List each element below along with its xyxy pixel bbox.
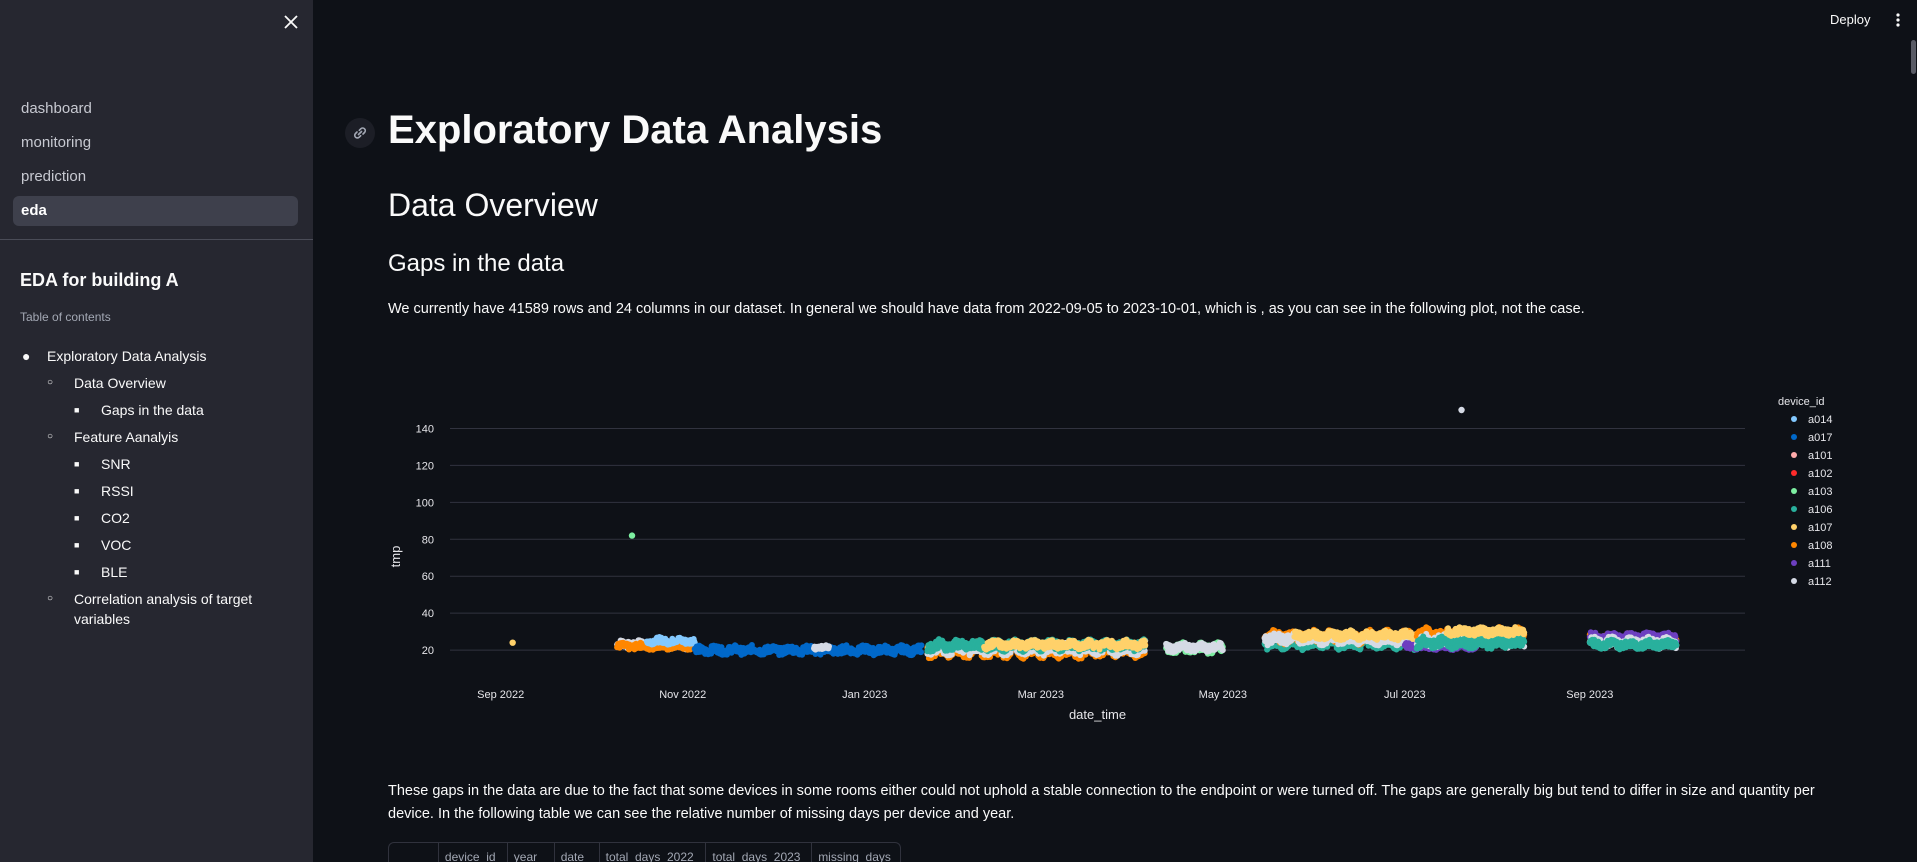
data-point-a106 [1521, 638, 1528, 645]
sidebar-divider [0, 239, 313, 240]
data-point-a017 [918, 649, 924, 656]
close-sidebar-button[interactable] [280, 11, 302, 33]
nav-item-prediction[interactable]: prediction [13, 162, 298, 192]
y-tick-label: 80 [422, 534, 434, 546]
sidebar: dashboard monitoring prediction eda EDA … [0, 0, 313, 862]
toc-item-rssi[interactable]: ■ RSSI [20, 481, 300, 501]
toc-item-gaps-in-the-data[interactable]: ■ Gaps in the data [20, 400, 300, 420]
x-tick-label: May 2023 [1199, 689, 1247, 701]
x-tick-label: Sep 2022 [477, 689, 524, 701]
nav-item-eda[interactable]: eda [13, 196, 298, 226]
y-tick-label: 20 [422, 645, 434, 657]
sidebar-caption: Table of contents [20, 310, 111, 324]
deploy-button[interactable]: Deploy [1822, 8, 1878, 32]
toc-item-voc[interactable]: ■ VOC [20, 535, 300, 555]
data-point-a017 [918, 642, 925, 649]
x-tick-label: Jan 2023 [842, 689, 887, 701]
x-tick-label: Jul 2023 [1384, 689, 1426, 701]
close-icon [284, 15, 298, 29]
toc-item-co2[interactable]: ■ CO2 [20, 508, 300, 528]
main-menu-button[interactable] [1888, 8, 1908, 32]
toc-item-correlation-analysis[interactable]: ○ Correlation analysis of target variable… [20, 589, 300, 629]
x-tick-label: Mar 2023 [1018, 689, 1064, 701]
nav-item-dashboard[interactable]: dashboard [13, 94, 298, 124]
table-of-contents: ● Exploratory Data Analysis ○ Data Overvie… [20, 346, 300, 636]
data-point-a107 [1142, 642, 1149, 649]
toc-item-feature-aanalyis[interactable]: ○ Feature Aanalyis [20, 427, 300, 447]
toc-item-data-overview[interactable]: ○ Data Overview [20, 373, 300, 393]
scrollbar-thumb[interactable] [1911, 40, 1916, 74]
app-root: dashboard monitoring prediction eda EDA … [0, 0, 1917, 862]
scatter-chart: 20 40 60 80 100 120 140 Sep 2022 Nov 2022 Jan 202… [388, 396, 1832, 722]
section-heading-data-overview: Data Overview [388, 187, 598, 223]
sidebar-heading: EDA for building A [20, 270, 179, 290]
x-tick-label: Sep 2023 [1566, 689, 1613, 701]
subsection-heading-gaps: Gaps in the data [388, 250, 565, 277]
x-axis-label: date_time [1069, 707, 1126, 722]
more-vertical-icon [1896, 13, 1900, 27]
y-axis-label: tmp [388, 546, 403, 568]
toc-item-ble[interactable]: ■ BLE [20, 562, 300, 582]
sidebar-nav: dashboard monitoring prediction eda [13, 94, 298, 230]
header-anchor-link[interactable] [345, 118, 375, 148]
page-title: Exploratory Data Analysis [388, 108, 883, 152]
data-point-a112 [1219, 647, 1226, 654]
toc-item-snr[interactable]: ■ SNR [20, 454, 300, 474]
toc-item-exploratory-data-analysis[interactable]: ● Exploratory Data Analysis [20, 346, 300, 366]
link-icon [353, 127, 367, 139]
data-point-a112 [826, 643, 832, 650]
y-tick-label: 140 [416, 423, 434, 435]
intro-paragraph: We currently have 41589 rows and 24 colu… [388, 301, 1585, 317]
y-tick-label: 40 [422, 608, 434, 620]
y-tick-label: 60 [422, 571, 434, 583]
nav-item-monitoring[interactable]: monitoring [13, 128, 298, 158]
y-tick-label: 100 [416, 497, 434, 509]
y-tick-label: 120 [416, 460, 434, 472]
x-tick-label: Nov 2022 [659, 689, 706, 701]
